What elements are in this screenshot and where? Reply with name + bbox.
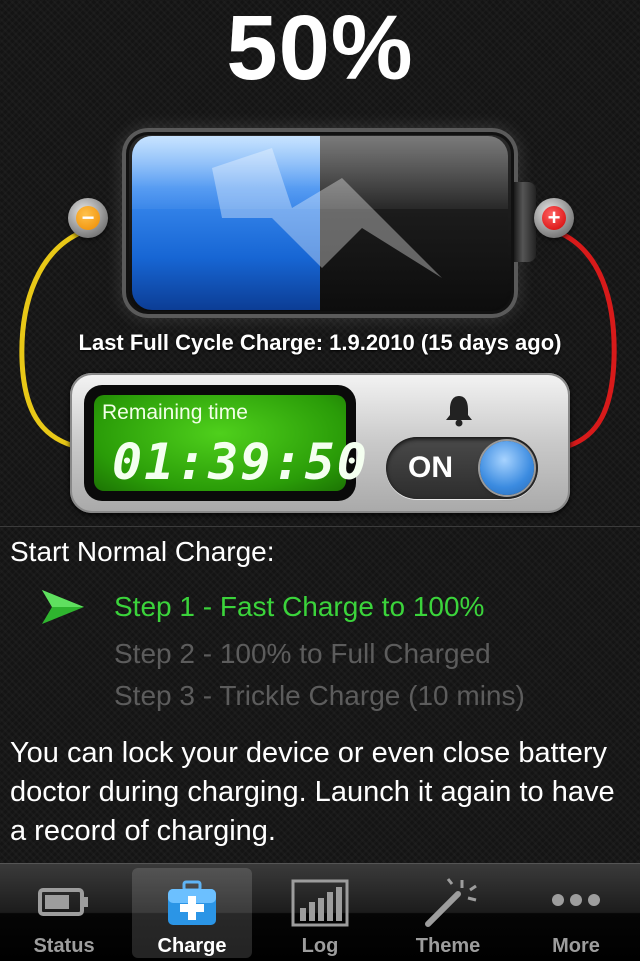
tab-theme[interactable]: Theme (388, 868, 508, 958)
charge-step-2: Step 2 - 100% to Full Charged (114, 638, 491, 669)
charge-step-3: Step 3 - Trickle Charge (10 mins) (114, 680, 525, 711)
alarm-toggle-label: ON (408, 451, 453, 484)
tab-status[interactable]: Status (4, 868, 124, 958)
alarm-toggle-knob[interactable] (480, 441, 534, 495)
tab-charge[interactable]: Charge (132, 868, 252, 958)
remaining-time-value: 01:39:50 (112, 433, 369, 491)
bar-chart-icon (291, 879, 349, 927)
magic-wand-icon (425, 878, 477, 927)
battery-icon (38, 888, 88, 916)
tab-log[interactable]: Log (260, 868, 380, 958)
bell-icon (446, 396, 472, 427)
current-step-arrow-icon (42, 590, 84, 624)
charge-step-1: Step 1 - Fast Charge to 100% (114, 591, 485, 622)
lightning-bolt-icon (212, 148, 442, 278)
tab-bar: Status Charge Log Theme More (0, 863, 640, 961)
alarm-toggle[interactable]: ON (386, 437, 538, 499)
tab-more-label: More (552, 935, 600, 957)
tab-more[interactable]: More (516, 868, 636, 958)
tab-log-label: Log (301, 935, 339, 957)
battery-graphic (122, 128, 536, 318)
battery-cap (514, 182, 536, 262)
negative-terminal-icon: − (68, 198, 108, 238)
more-dots-icon (552, 894, 600, 906)
tab-status-label: Status (33, 935, 95, 957)
charge-control-panel: Remaining time 01:39:50 ON (70, 373, 570, 513)
remaining-time-label: Remaining time (102, 401, 248, 424)
remaining-time-display: Remaining time 01:39:50 (84, 385, 367, 501)
tab-theme-label: Theme (415, 935, 481, 957)
section-divider (0, 526, 640, 527)
charging-info-text: You can lock your device or even close b… (10, 737, 615, 847)
charge-heading: Start Normal Charge: (10, 536, 275, 567)
last-full-cycle-charge: Last Full Cycle Charge: 1.9.2010 (15 day… (78, 330, 562, 355)
first-aid-kit-icon (168, 880, 216, 925)
tab-charge-label: Charge (157, 935, 227, 957)
positive-terminal-icon: + (534, 198, 574, 238)
